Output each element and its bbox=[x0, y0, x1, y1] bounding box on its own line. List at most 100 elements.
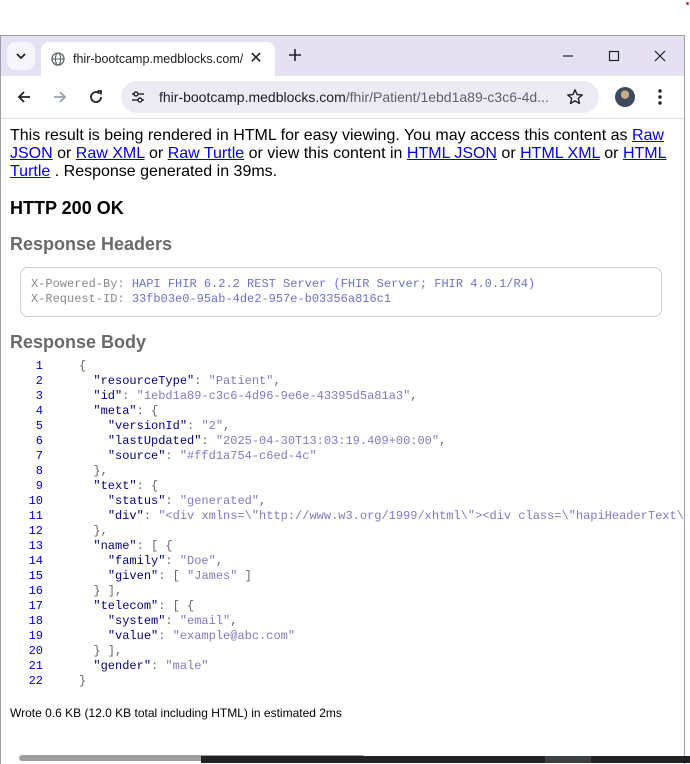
json-key: "id" bbox=[93, 389, 123, 403]
line-number: 9 bbox=[35, 479, 43, 493]
avatar[interactable] bbox=[615, 87, 635, 107]
json-punctuation bbox=[79, 419, 108, 433]
url-path: /fhir/Patient/1ebd1a89-c3c6-4d... bbox=[345, 89, 549, 105]
json-punctuation: { bbox=[79, 359, 87, 373]
back-button[interactable] bbox=[11, 84, 37, 110]
json-punctuation: : { bbox=[136, 404, 159, 418]
minimize-button[interactable] bbox=[546, 42, 590, 70]
forward-button[interactable] bbox=[47, 84, 73, 110]
tab-search-button[interactable] bbox=[7, 42, 35, 70]
json-punctuation: : [ { bbox=[158, 599, 195, 613]
raw-turtle-link[interactable]: Raw Turtle bbox=[168, 145, 244, 162]
json-punctuation bbox=[79, 539, 93, 553]
line-number: 12 bbox=[28, 524, 43, 538]
header-key: X-Request-ID: bbox=[31, 292, 125, 306]
close-icon bbox=[654, 50, 666, 62]
json-punctuation: : bbox=[165, 614, 180, 628]
active-tab[interactable]: fhir-bootcamp.medblocks.com/ ✕ bbox=[41, 42, 275, 76]
json-value: "male" bbox=[165, 659, 209, 673]
json-punctuation bbox=[79, 629, 108, 643]
json-punctuation bbox=[79, 404, 93, 418]
code-line: 14 "family": "Doe", bbox=[1, 554, 684, 569]
json-punctuation: : bbox=[165, 494, 180, 508]
json-key: "gender" bbox=[93, 659, 152, 673]
chevron-down-icon bbox=[16, 53, 26, 60]
intro-part-3: . Response generated in 39ms. bbox=[50, 163, 278, 180]
code-line: 20 } ], bbox=[1, 644, 684, 659]
address-bar[interactable]: fhir-bootcamp.medblocks.com/fhir/Patient… bbox=[121, 81, 599, 113]
json-punctuation bbox=[79, 374, 93, 388]
intro-or-4: or bbox=[599, 145, 623, 162]
header-row: X-Request-ID: 33fb03e0-95ab-4de2-957e-b0… bbox=[31, 292, 661, 307]
url-text[interactable]: fhir-bootcamp.medblocks.com/fhir/Patient… bbox=[159, 89, 559, 105]
json-punctuation: , bbox=[273, 374, 281, 388]
json-punctuation bbox=[79, 494, 108, 508]
raw-xml-link[interactable]: Raw XML bbox=[76, 145, 145, 162]
json-value: "James" bbox=[187, 569, 238, 583]
http-status: HTTP 200 OK bbox=[10, 198, 124, 218]
line-number: 21 bbox=[28, 659, 43, 673]
tab-title: fhir-bootcamp.medblocks.com/ bbox=[73, 52, 244, 66]
json-key: "meta" bbox=[93, 404, 137, 418]
code-line: 5 "versionId": "2", bbox=[1, 419, 684, 434]
json-punctuation: : bbox=[165, 554, 180, 568]
code-line: 19 "value": "example@abc.com" bbox=[1, 629, 684, 644]
page-content: This result is being rendered in HTML fo… bbox=[1, 119, 684, 764]
star-icon[interactable] bbox=[565, 87, 585, 107]
code-line: 8 }, bbox=[1, 464, 684, 479]
json-punctuation: }, bbox=[93, 464, 108, 478]
code-line: 17 "telecom": [ { bbox=[1, 599, 684, 614]
html-xml-link[interactable]: HTML XML bbox=[520, 145, 600, 162]
code-line: 10 "status": "generated", bbox=[1, 494, 684, 509]
json-value: "example@abc.com" bbox=[172, 629, 296, 643]
json-punctuation bbox=[79, 554, 108, 568]
header-key: X-Powered-By: bbox=[31, 277, 125, 291]
maximize-icon bbox=[608, 50, 620, 62]
json-key: "div" bbox=[107, 509, 144, 523]
response-headers-title: Response Headers bbox=[10, 234, 173, 254]
json-key: "text" bbox=[93, 479, 137, 493]
arrow-right-icon bbox=[54, 91, 67, 103]
html-json-link[interactable]: HTML JSON bbox=[407, 145, 497, 162]
json-value: "Patient" bbox=[208, 374, 274, 388]
header-value: 33fb03e0-95ab-4de2-957e-b03356a816c1 bbox=[131, 292, 392, 306]
window-close-button[interactable] bbox=[638, 42, 682, 70]
recording-indicator-dot bbox=[686, 2, 689, 5]
json-punctuation: : [ { bbox=[136, 539, 173, 553]
json-punctuation: : bbox=[151, 659, 166, 673]
json-value: "Doe" bbox=[179, 554, 216, 568]
line-number: 15 bbox=[28, 569, 43, 583]
json-value: "2025-04-30T13:03:19.409+00:00" bbox=[215, 434, 440, 448]
intro-text: This result is being rendered in HTML fo… bbox=[10, 127, 675, 181]
json-punctuation: : { bbox=[136, 479, 159, 493]
line-number: 3 bbox=[35, 389, 43, 403]
json-punctuation: }, bbox=[93, 524, 108, 538]
arrow-left-icon bbox=[17, 91, 30, 103]
json-key: "family" bbox=[107, 554, 166, 568]
code-line: 13 "name": [ { bbox=[1, 539, 684, 554]
new-tab-button[interactable] bbox=[284, 44, 306, 66]
json-punctuation bbox=[79, 449, 108, 463]
plus-icon bbox=[289, 49, 301, 61]
json-punctuation: : bbox=[143, 509, 159, 523]
intro-or-2: or bbox=[144, 145, 168, 162]
code-line: 16 } ], bbox=[1, 584, 684, 599]
line-number: 13 bbox=[28, 539, 43, 553]
line-number: 18 bbox=[28, 614, 43, 628]
json-punctuation bbox=[79, 659, 93, 673]
json-punctuation bbox=[79, 599, 93, 613]
kebab-menu-icon[interactable] bbox=[649, 86, 671, 108]
code-line: 22} bbox=[1, 674, 684, 689]
tune-icon[interactable] bbox=[129, 88, 147, 106]
json-punctuation: , bbox=[230, 614, 238, 628]
json-key: "status" bbox=[107, 494, 166, 508]
maximize-button[interactable] bbox=[592, 42, 636, 70]
json-punctuation: : bbox=[187, 419, 202, 433]
reload-button[interactable] bbox=[83, 84, 109, 110]
intro-part-1: This result is being rendered in HTML fo… bbox=[10, 127, 632, 144]
intro-part-2: or view this content in bbox=[244, 145, 407, 162]
close-icon[interactable]: ✕ bbox=[247, 49, 265, 67]
json-punctuation bbox=[79, 614, 108, 628]
line-number: 11 bbox=[28, 509, 43, 523]
response-footer: Wrote 0.6 KB (12.0 KB total including HT… bbox=[10, 706, 342, 720]
